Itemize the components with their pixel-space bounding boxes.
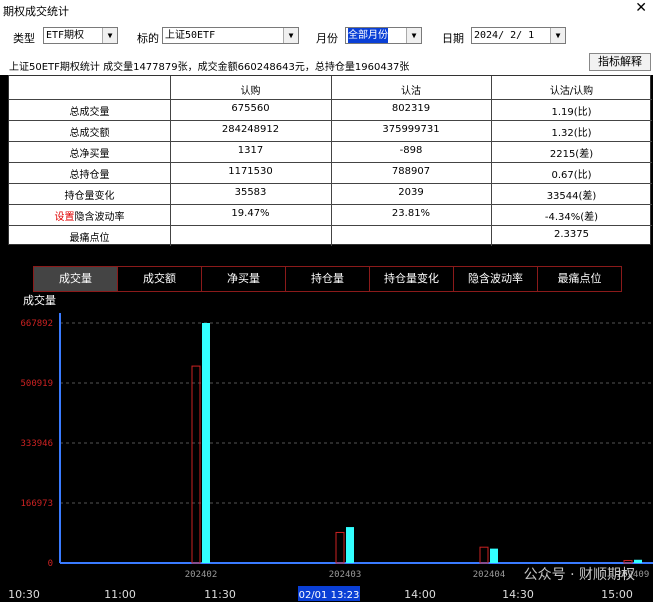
settings-link[interactable]: 设置: [55, 212, 75, 223]
month-label: 月份: [316, 32, 338, 45]
summary-bar: 上证50ETF期权统计 成交量1477879张，成交金额660248643元，总…: [0, 53, 653, 75]
x-tick-label: 202402: [185, 570, 218, 580]
date-label: 日期: [442, 32, 464, 45]
chart-tab-6[interactable]: 隐含波动率: [453, 266, 538, 292]
underlying-label: 标的: [137, 32, 159, 45]
call-value-cell: 675560: [231, 103, 270, 114]
y-tick-label: 166973: [20, 499, 53, 509]
summary-text: 上证50ETF期权统计 成交量1477879张，成交金额660248643元，总…: [9, 62, 410, 73]
put-value-cell: 788907: [391, 166, 431, 177]
x-tick-label: 202404: [473, 570, 506, 580]
ratio-value-cell: 0.67(比): [551, 170, 592, 181]
call-bar: [479, 546, 489, 564]
call-value-cell: 284248912: [221, 124, 280, 135]
put-bar: [634, 559, 642, 563]
timeline-label: 14:30: [502, 588, 534, 601]
timeline-label: 14:00: [404, 588, 436, 601]
timeline-label: 11:30: [204, 588, 236, 601]
table-row-label: 总持仓量: [9, 166, 170, 181]
call-value-cell: 1317: [237, 145, 264, 156]
y-tick-label: 0: [48, 559, 53, 569]
type-label: 类型: [13, 32, 35, 45]
y-tick-label: 333946: [20, 439, 53, 449]
x-tick-label: 202403: [329, 570, 362, 580]
timeline-label: 11:00: [104, 588, 136, 601]
ratio-value-cell: 1.32(比): [551, 128, 592, 139]
date-picker[interactable]: 2024/ 2/ 1 ▼: [471, 27, 566, 44]
timeline-cursor-label: 02/01 13:23: [299, 590, 360, 601]
table-row-label-text: 总成交额: [69, 128, 110, 139]
put-value-cell: 802319: [391, 103, 431, 114]
table-row-label-text: 最痛点位: [69, 233, 110, 244]
ratio-value-cell: 2.3375: [554, 229, 589, 240]
call-bar: [191, 365, 201, 564]
timeline-label: 10:30: [8, 588, 40, 601]
y-tick-label: 667892: [20, 319, 53, 329]
put-bar: [490, 548, 498, 563]
chart-title: 成交量: [23, 293, 56, 307]
title-bar: 期权成交统计 ✕: [0, 0, 653, 20]
ratio-value-cell: 33544(差): [546, 191, 597, 202]
chart-tab-4[interactable]: 持仓量: [285, 266, 370, 292]
table-row-label-text: 总持仓量: [69, 170, 110, 181]
table-row-label-text: 持仓量变化: [64, 191, 115, 202]
chevron-down-icon: ▼: [283, 28, 298, 43]
put-value-cell: -898: [399, 145, 423, 156]
type-select[interactable]: ETF期权 ▼: [43, 27, 118, 44]
ratio-value-cell: 2215(差): [549, 149, 594, 160]
chevron-down-icon: ▼: [406, 28, 421, 43]
chart-tab-5[interactable]: 持仓量变化: [369, 266, 454, 292]
table-column-divider: [170, 76, 171, 246]
table-row-label: 设置隐含波动率: [9, 208, 170, 223]
ratio-value-cell: -4.34%(差): [544, 212, 599, 223]
put-bar: [346, 527, 354, 563]
chart-tab-7[interactable]: 最痛点位: [537, 266, 622, 292]
put-value-cell: 2039: [398, 187, 424, 198]
underlying-select[interactable]: 上证50ETF ▼: [162, 27, 299, 44]
call-bar: [623, 559, 633, 564]
call-value-cell: 19.47%: [231, 208, 270, 219]
table-row-label: 总成交量: [9, 103, 170, 118]
call-value-cell: 1171530: [228, 166, 273, 177]
table-column-divider: [331, 76, 332, 246]
table-row-label: 总成交额: [9, 124, 170, 139]
month-select[interactable]: 全部月份 ▼: [345, 27, 422, 44]
chevron-down-icon: ▼: [102, 28, 117, 43]
call-bar: [335, 531, 345, 564]
timeline-label: 15:00: [601, 588, 633, 601]
close-icon[interactable]: ✕: [635, 0, 647, 16]
window-title: 期权成交统计: [3, 5, 69, 18]
stats-table: 认购 认沽 认沽/认购总成交量 675560 802319 1.19(比) 总成交额 2842…: [8, 75, 652, 246]
put-value-cell: 375999731: [382, 124, 440, 135]
volume-chart: 成交量 0 166973 333946 500919 667892 202402 202403…: [8, 293, 653, 601]
table-row-label: 最痛点位: [9, 229, 170, 244]
table-row-label-text: 总成交量: [69, 107, 110, 118]
ratio-value-cell: 1.19(比): [551, 107, 592, 118]
table-row-label-text: 总净买量: [69, 149, 110, 160]
table-row-label: 持仓量变化: [9, 187, 170, 202]
month-select-value: 全部月份: [348, 28, 388, 43]
type-select-value: ETF期权: [46, 30, 85, 41]
chevron-down-icon: ▼: [550, 28, 565, 43]
chart-tab-3[interactable]: 净买量: [201, 266, 286, 292]
y-tick-label: 500919: [20, 379, 53, 389]
indicator-guide-button[interactable]: 指标解释: [589, 53, 651, 71]
table-header-cell: 认沽: [401, 86, 421, 97]
chart-tab-1[interactable]: 成交量: [33, 266, 118, 292]
table-row-label-text: 隐含波动率: [74, 212, 125, 223]
underlying-select-value: 上证50ETF: [165, 30, 216, 41]
table-header-cell: 认购: [240, 86, 261, 97]
date-picker-value: 2024/ 2/ 1: [474, 30, 535, 41]
put-bar: [202, 323, 210, 563]
call-value-cell: 35583: [234, 187, 267, 198]
watermark: 公众号 · 财顺期权: [524, 567, 635, 583]
table-header-cell: 认沽/认购: [549, 86, 594, 97]
chart-tab-2[interactable]: 成交额: [117, 266, 202, 292]
put-value-cell: 23.81%: [391, 208, 431, 219]
table-row-label: 总净买量: [9, 145, 170, 160]
filter-toolbar: 类型 ETF期权 ▼ 标的 上证50ETF ▼ 月份 全部月份 ▼ 日期 202…: [0, 20, 653, 53]
